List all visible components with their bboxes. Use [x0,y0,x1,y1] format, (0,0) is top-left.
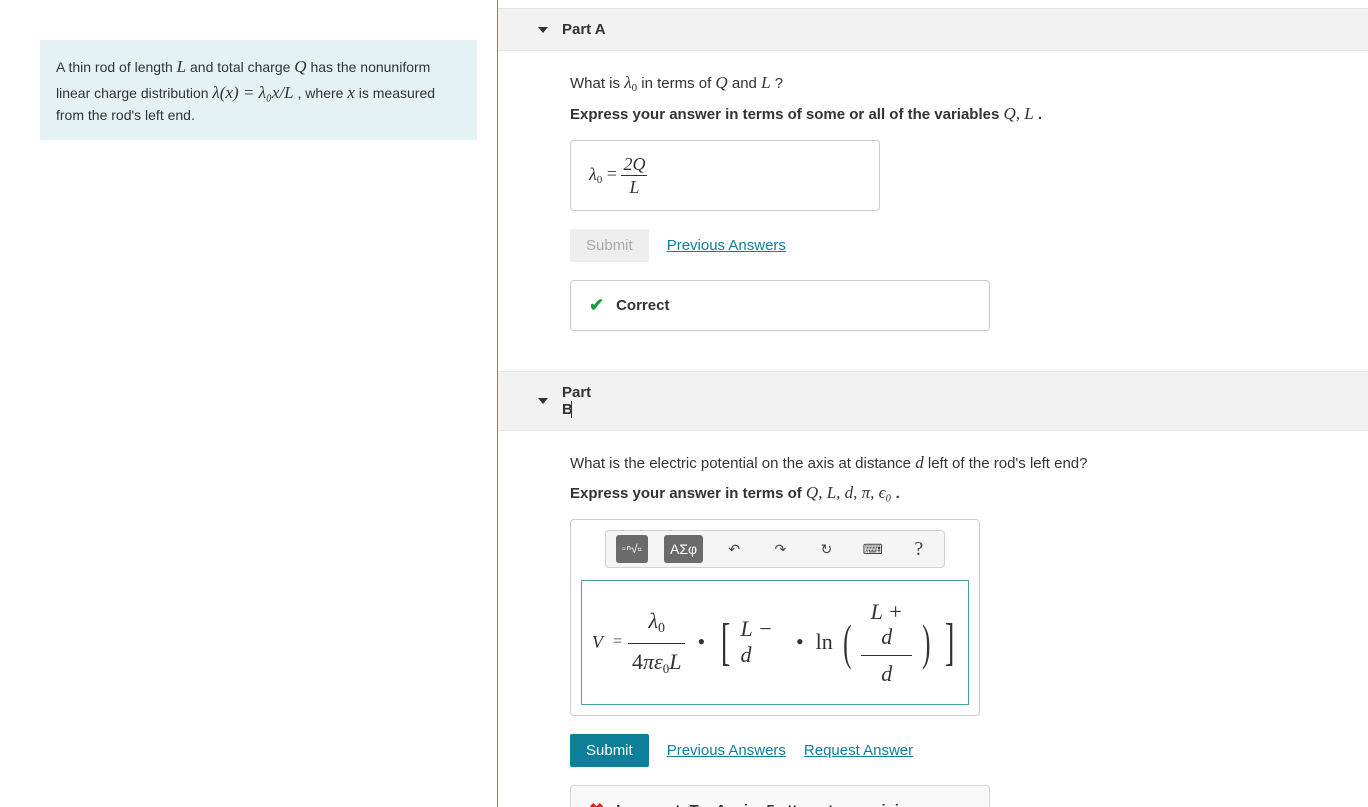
rbracket-icon: ] [945,622,955,664]
chevron-down-icon [538,27,548,33]
feedback-text: Incorrect; Try Again; 5 attempts remaini… [616,802,917,807]
part-a-title: Part A [562,21,606,38]
text: in terms of [641,75,715,92]
text: . [896,485,900,502]
help-button[interactable]: ? [904,535,934,563]
denominator: d [861,656,912,686]
text: ? [775,75,783,92]
text: What is [570,75,624,92]
part-b-title: Part B [562,384,605,418]
lambda-expr: λ(x) = λ₀x/L [212,83,293,102]
text: left of the rod's left end? [928,455,1088,472]
eq-sign: = [613,633,622,651]
templates-button[interactable]: ▫ⁿ√▫ [616,535,648,563]
expression-input[interactable]: V = λ0 4πε0L • [ L − d • ln ( L + d d ) … [581,580,969,705]
part-b-header[interactable]: Part B [498,371,1368,431]
equation-editor[interactable]: ▫ⁿ√▫ ΑΣφ ↶ ↷ ↻ ⌨ ? V = λ0 4πε0L • [ L − … [570,519,980,716]
frac-arg: L + d d [861,599,912,686]
vars: Q, L, d, π, ϵ₀ [806,483,892,502]
feedback-text: Correct [616,297,669,314]
part-b-question: What is the electric potential on the ax… [570,453,1328,473]
text: What is the electric potential on the ax… [570,455,915,472]
problem-text: , where [298,85,348,101]
part-a-instruct: Express your answer in terms of some or … [570,104,1328,124]
previous-answers-link[interactable]: Previous Answers [667,237,786,254]
cross-icon: ✖ [589,800,604,807]
text: Express your answer in terms of some or … [570,106,1004,123]
part-a-question: What is λ0 in terms of Q and L ? [570,73,1328,94]
redo-button[interactable]: ↷ [765,535,795,563]
request-answer-link[interactable]: Request Answer [804,742,913,759]
dot-op: • [691,629,711,655]
part-a-header[interactable]: Part A [498,8,1368,51]
keyboard-button[interactable]: ⌨ [858,535,888,563]
lhs: V [592,632,603,653]
numerator: λ0 [628,608,685,643]
submit-button: Submit [570,229,649,262]
text: . [1038,106,1042,123]
part-b-instruct: Express your answer in terms of Q, L, d,… [570,483,1328,503]
var-Q: Q [294,57,306,76]
rparen-icon: ) [922,622,930,662]
part-b-feedback: ✖ Incorrect; Try Again; 5 attempts remai… [570,785,990,807]
check-icon: ✔ [589,295,604,316]
part-b-content: What is the electric potential on the ax… [498,431,1368,807]
problem-text: A thin rod of length [56,59,177,75]
submit-button[interactable]: Submit [570,734,649,767]
text: and [732,75,761,92]
editor-toolbar: ▫ⁿ√▫ ΑΣφ ↶ ↷ ↻ ⌨ ? [605,530,945,568]
answer-pane: Part A What is λ0 in terms of Q and L ? … [498,0,1368,807]
undo-button[interactable]: ↶ [719,535,749,563]
lparen-icon: ( [843,622,851,662]
problem-text: and total charge [190,59,294,75]
reset-button[interactable]: ↻ [812,535,842,563]
part-a-buttons: Submit Previous Answers [570,229,1328,262]
var-L: L [761,73,770,92]
var-x: x [347,83,355,102]
chevron-down-icon [538,398,548,404]
frac: 2Q L [621,155,647,196]
lambda0-sym: λ0 [624,73,637,92]
greek-button[interactable]: ΑΣφ [664,535,703,563]
ln: ln [816,629,833,655]
var-Q: Q [715,73,727,92]
denominator: 4πε0L [628,644,685,677]
numerator: L + d [861,599,912,656]
var-L: L [177,57,186,76]
var-d: d [915,453,924,472]
part-a-answer-box: λ0 = 2Q L [570,140,880,211]
part-a-content: What is λ0 in terms of Q and L ? Express… [498,51,1368,371]
part-a-feedback: ✔ Correct [570,280,990,331]
frac: λ0 4πε0L [628,608,685,676]
numerator: 2Q [621,155,647,176]
problem-pane: A thin rod of length L and total charge … [0,0,498,807]
lbracket-icon: [ [721,622,731,664]
lambda0-lhs: λ0 [589,164,602,184]
term: L − d [741,616,784,668]
denominator: L [621,176,647,196]
vars: Q, L [1004,104,1034,123]
dot-op: • [790,629,810,655]
eq-sign: = [607,164,622,184]
problem-statement: A thin rod of length L and total charge … [40,40,477,140]
previous-answers-link[interactable]: Previous Answers [667,742,786,759]
text: Express your answer in terms of [570,485,806,502]
part-b-buttons: Submit Previous Answers Request Answer [570,734,1328,767]
